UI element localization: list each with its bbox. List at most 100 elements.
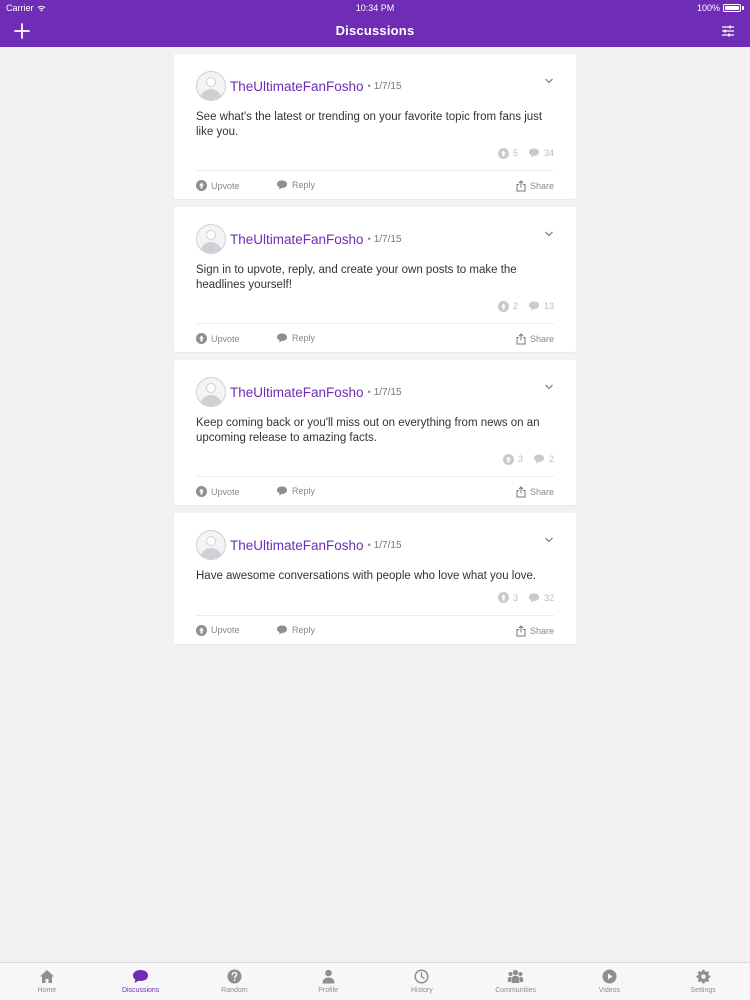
avatar[interactable] (196, 71, 226, 101)
post-stats: 3 2 (196, 452, 554, 466)
comment-count-icon (528, 593, 539, 602)
share-label: Share (529, 487, 554, 497)
reply-button[interactable]: Reply (276, 486, 315, 496)
post-date: 1/7/15 (373, 386, 402, 398)
page-title: Discussions (335, 23, 415, 38)
discussion-feed: TheUltimateFanFosho • 1/7/15 See what's … (174, 54, 576, 652)
comment-count-value: 34 (543, 148, 554, 158)
home-icon (39, 970, 54, 983)
author-row: TheUltimateFanFosho • 1/7/15 (196, 376, 554, 408)
battery-tip (742, 6, 744, 10)
person-icon (322, 969, 335, 984)
avatar[interactable] (196, 377, 226, 407)
card-actions: Upvote Reply Share (174, 477, 576, 505)
upvote-label: Upvote (211, 333, 240, 344)
share-label: Share (529, 625, 554, 636)
tab-label: Discussions (121, 987, 160, 994)
reply-icon (277, 333, 287, 343)
reply-button[interactable]: Reply (276, 625, 315, 635)
upvote-count-icon (497, 592, 509, 603)
tab-history[interactable]: History (375, 963, 469, 1000)
avatar[interactable] (196, 224, 226, 254)
post-text: Have awesome conversations with people w… (196, 570, 537, 582)
separator-dot: • (367, 234, 371, 244)
filter-button[interactable] (718, 21, 738, 41)
upvote-button[interactable]: Upvote (196, 180, 240, 191)
chevron-down-icon[interactable] (544, 76, 554, 86)
post-text: See what's the latest or trending on you… (196, 111, 543, 138)
comment-count: 2 (533, 454, 554, 464)
clock-icon (414, 969, 429, 984)
author-name[interactable]: TheUltimateFanFosho (230, 385, 364, 400)
share-icon (516, 333, 526, 345)
play-icon (602, 969, 617, 984)
card-header: TheUltimateFanFosho • 1/7/15 Sign in to … (174, 207, 576, 313)
reply-button[interactable]: Reply (276, 180, 315, 190)
upvote-button[interactable]: Upvote (196, 333, 240, 344)
tab-home[interactable]: Home (0, 963, 94, 1000)
status-bar: Carrier 10:34 PM 100% (0, 0, 750, 16)
question-icon (227, 969, 242, 984)
tab-random[interactable]: Random (188, 963, 282, 1000)
upvote-button[interactable]: Upvote (196, 624, 240, 636)
comment-count-icon (533, 454, 544, 464)
share-button[interactable]: Share (516, 333, 554, 345)
upvote-count-icon (502, 453, 514, 465)
battery-icon (723, 4, 741, 12)
author-name[interactable]: TheUltimateFanFosho (230, 538, 364, 553)
comment-count: 13 (528, 301, 554, 311)
tab-discussions[interactable]: Discussions (94, 963, 188, 1000)
upvote-label: Upvote (211, 625, 240, 635)
author-row: TheUltimateFanFosho • 1/7/15 (196, 529, 554, 561)
avatar[interactable] (196, 530, 226, 560)
upvote-count: 3 (497, 592, 518, 603)
nav-bar: Discussions (0, 16, 750, 47)
tab-settings[interactable]: Settings (656, 963, 750, 1000)
upvote-count: 5 (497, 147, 518, 159)
author-name[interactable]: TheUltimateFanFosho (230, 232, 364, 247)
chevron-down-icon[interactable] (544, 382, 554, 392)
group-icon (507, 969, 524, 983)
share-button[interactable]: Share (516, 624, 554, 637)
chevron-down-icon[interactable] (544, 229, 554, 239)
post-date: 1/7/15 (373, 233, 402, 245)
separator-dot: • (367, 387, 371, 397)
comment-count-icon (528, 148, 539, 158)
tab-profile[interactable]: Profile (281, 963, 375, 1000)
reply-label: Reply (292, 333, 316, 343)
tab-label: Settings (690, 987, 716, 994)
post-date: 1/7/15 (373, 80, 402, 92)
post-stats: 5 34 (196, 146, 554, 160)
reply-label: Reply (292, 624, 316, 635)
upvote-icon (196, 180, 207, 191)
share-button[interactable]: Share (516, 180, 554, 192)
reply-label: Reply (292, 180, 316, 190)
post-text: Keep coming back or you'll miss out on e… (196, 417, 540, 444)
upvote-count-icon (497, 300, 509, 312)
chevron-down-icon[interactable] (544, 535, 554, 545)
upvote-count: 2 (497, 300, 518, 312)
comment-count-value: 13 (543, 301, 554, 311)
share-icon (516, 624, 526, 636)
tab-communities[interactable]: Communities (469, 963, 563, 1000)
upvote-label: Upvote (211, 486, 240, 497)
upvote-count-value: 3 (512, 592, 518, 603)
card-actions: Upvote Reply Share (174, 324, 576, 352)
author-row: TheUltimateFanFosho • 1/7/15 (196, 223, 554, 255)
share-button[interactable]: Share (516, 486, 554, 498)
separator-dot: • (367, 81, 371, 91)
discussion-card: TheUltimateFanFosho • 1/7/15 See what's … (174, 54, 576, 199)
gear-icon (696, 969, 710, 984)
reply-icon (277, 625, 287, 634)
tab-videos[interactable]: Videos (563, 963, 657, 1000)
upvote-button[interactable]: Upvote (196, 486, 240, 497)
upvote-icon (196, 624, 207, 636)
share-icon (516, 486, 526, 498)
upvote-count-value: 3 (517, 454, 523, 464)
upvote-label: Upvote (211, 180, 240, 191)
app-header: Carrier 10:34 PM 100% Discussions (0, 0, 750, 47)
reply-button[interactable]: Reply (276, 333, 315, 343)
tab-label: History (410, 987, 433, 994)
author-name[interactable]: TheUltimateFanFosho (230, 79, 364, 94)
status-time: 10:34 PM (355, 3, 395, 13)
